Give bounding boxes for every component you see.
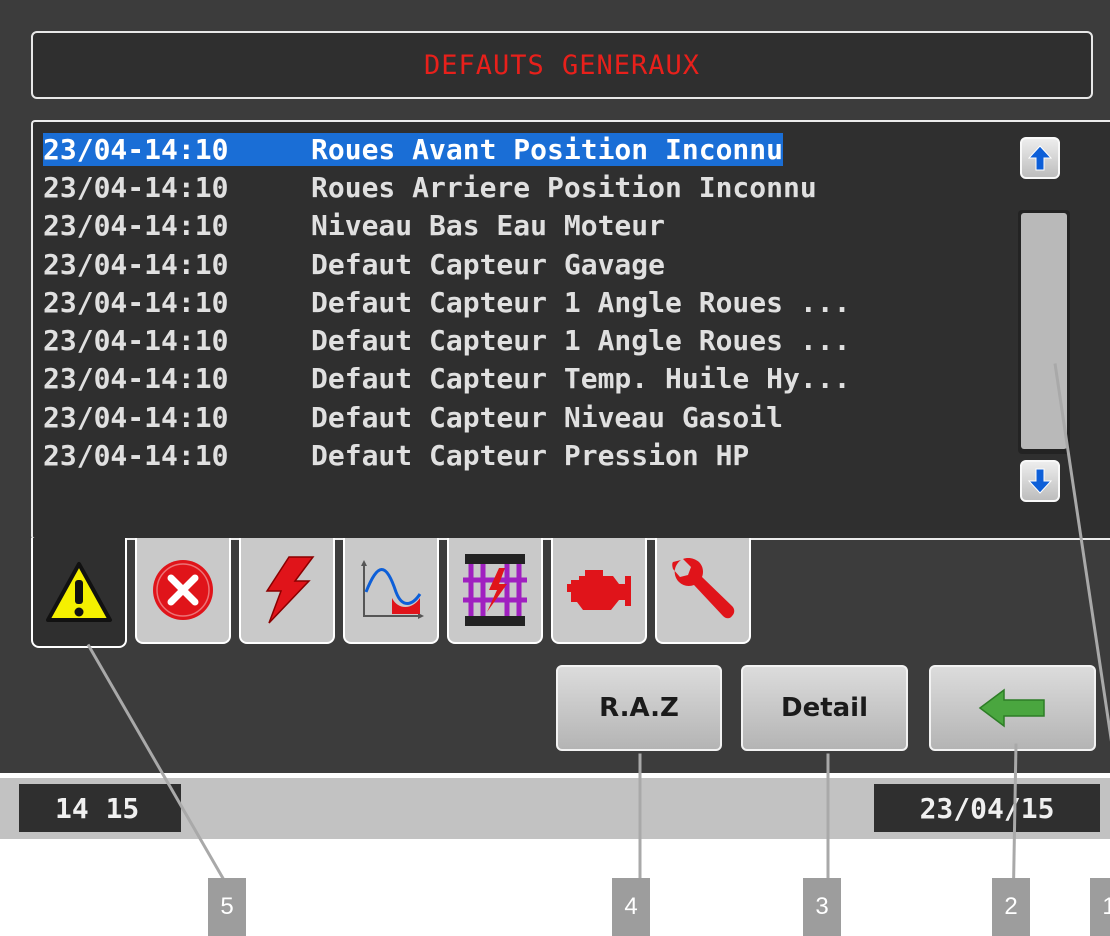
- fault-time: 23/04-14:10: [43, 285, 229, 319]
- fault-row[interactable]: 23/04-14:10 Defaut Capteur 1 Angle Roues …: [43, 321, 850, 359]
- tab-errors[interactable]: [135, 538, 231, 644]
- fault-time: 23/04-14:10: [43, 170, 229, 204]
- fault-list-panel: 23/04-14:10 Roues Avant Position Inconnu …: [31, 120, 1110, 540]
- callout-badge-3: 3: [803, 878, 841, 936]
- callout-badge-1: 1: [1090, 878, 1110, 936]
- fault-row[interactable]: 23/04-14:10 Niveau Bas Eau Moteur: [43, 207, 850, 245]
- callout-line-3: [826, 753, 830, 882]
- fault-message: Roues Avant Position Inconnu: [311, 132, 784, 166]
- electrical-fault-icon: [463, 554, 527, 626]
- callout-line-4: [638, 753, 642, 882]
- callout-badge-2: 2: [992, 878, 1030, 936]
- status-time: 14 15: [19, 784, 181, 832]
- fault-time: 23/04-14:10: [43, 439, 229, 473]
- fault-row[interactable]: 23/04-14:10 Defaut Capteur Pression HP: [43, 436, 850, 474]
- wrench-icon: [672, 558, 735, 619]
- fault-message: Defaut Capteur 1 Angle Roues ...: [311, 324, 851, 358]
- fault-row[interactable]: 23/04-14:10 Defaut Capteur 1 Angle Roues …: [43, 283, 850, 321]
- fault-time: 23/04-14:10: [43, 247, 229, 281]
- back-arrow-icon: [978, 688, 1045, 728]
- tab-general-warnings[interactable]: [31, 538, 127, 648]
- fault-message: Defaut Capteur Gavage: [311, 247, 666, 281]
- status-date: 23/04/15: [874, 784, 1100, 832]
- raz-button[interactable]: R.A.Z: [556, 665, 722, 751]
- scroll-up-button[interactable]: [1020, 137, 1060, 179]
- fault-time: 23/04-14:10: [43, 324, 229, 358]
- fault-message: Niveau Bas Eau Moteur: [311, 209, 666, 243]
- page-title: DEFAUTS GENERAUX: [423, 49, 701, 81]
- arrow-down-icon: [1028, 468, 1052, 494]
- fault-row[interactable]: 23/04-14:10 Defaut Capteur Niveau Gasoil: [43, 398, 850, 436]
- fault-row[interactable]: 23/04-14:10 Defaut Capteur Gavage: [43, 245, 850, 283]
- tab-levels[interactable]: [343, 538, 439, 644]
- title-bar: DEFAUTS GENERAUX: [31, 31, 1093, 99]
- error-cross-icon: [153, 560, 213, 620]
- tab-engine[interactable]: [551, 538, 647, 644]
- fault-message: Defaut Capteur Temp. Huile Hy...: [311, 362, 851, 396]
- fault-row[interactable]: 23/04-14:10 Roues Avant Position Inconnu: [43, 130, 850, 168]
- tab-maintenance[interactable]: [655, 538, 751, 644]
- fault-time: 23/04-14:10: [43, 362, 229, 396]
- lightning-icon: [265, 556, 315, 624]
- detail-button[interactable]: Detail: [741, 665, 908, 751]
- warning-triangle-icon: [46, 562, 112, 622]
- callout-badge-4: 4: [612, 878, 650, 936]
- fault-message: Defaut Capteur Pression HP: [311, 439, 750, 473]
- scroll-down-button[interactable]: [1020, 460, 1060, 502]
- back-button[interactable]: [929, 665, 1096, 751]
- level-curve-icon: [361, 560, 424, 619]
- fault-message: Roues Arriere Position Inconnu: [311, 170, 817, 204]
- arrow-up-icon: [1028, 145, 1052, 171]
- fault-message: Defaut Capteur Niveau Gasoil: [311, 400, 784, 434]
- fault-row[interactable]: 23/04-14:10 Defaut Capteur Temp. Huile Hy…: [43, 360, 850, 398]
- fault-time: 23/04-14:10: [43, 400, 229, 434]
- fault-list: 23/04-14:10 Roues Avant Position Inconnu …: [43, 130, 850, 475]
- fault-time: 23/04-14:10: [43, 132, 311, 166]
- fault-row[interactable]: 23/04-14:10 Roues Arriere Position Inconn…: [43, 168, 850, 206]
- hmi-screen: DEFAUTS GENERAUX 23/04-14:10 Roues Avant …: [0, 0, 1110, 773]
- engine-icon: [567, 570, 631, 610]
- fault-time: 23/04-14:10: [43, 209, 229, 243]
- callout-badge-5: 5: [208, 878, 246, 936]
- tab-electrical[interactable]: [239, 538, 335, 644]
- tab-electrical-fault[interactable]: [447, 538, 543, 644]
- fault-message: Defaut Capteur 1 Angle Roues ...: [311, 285, 851, 319]
